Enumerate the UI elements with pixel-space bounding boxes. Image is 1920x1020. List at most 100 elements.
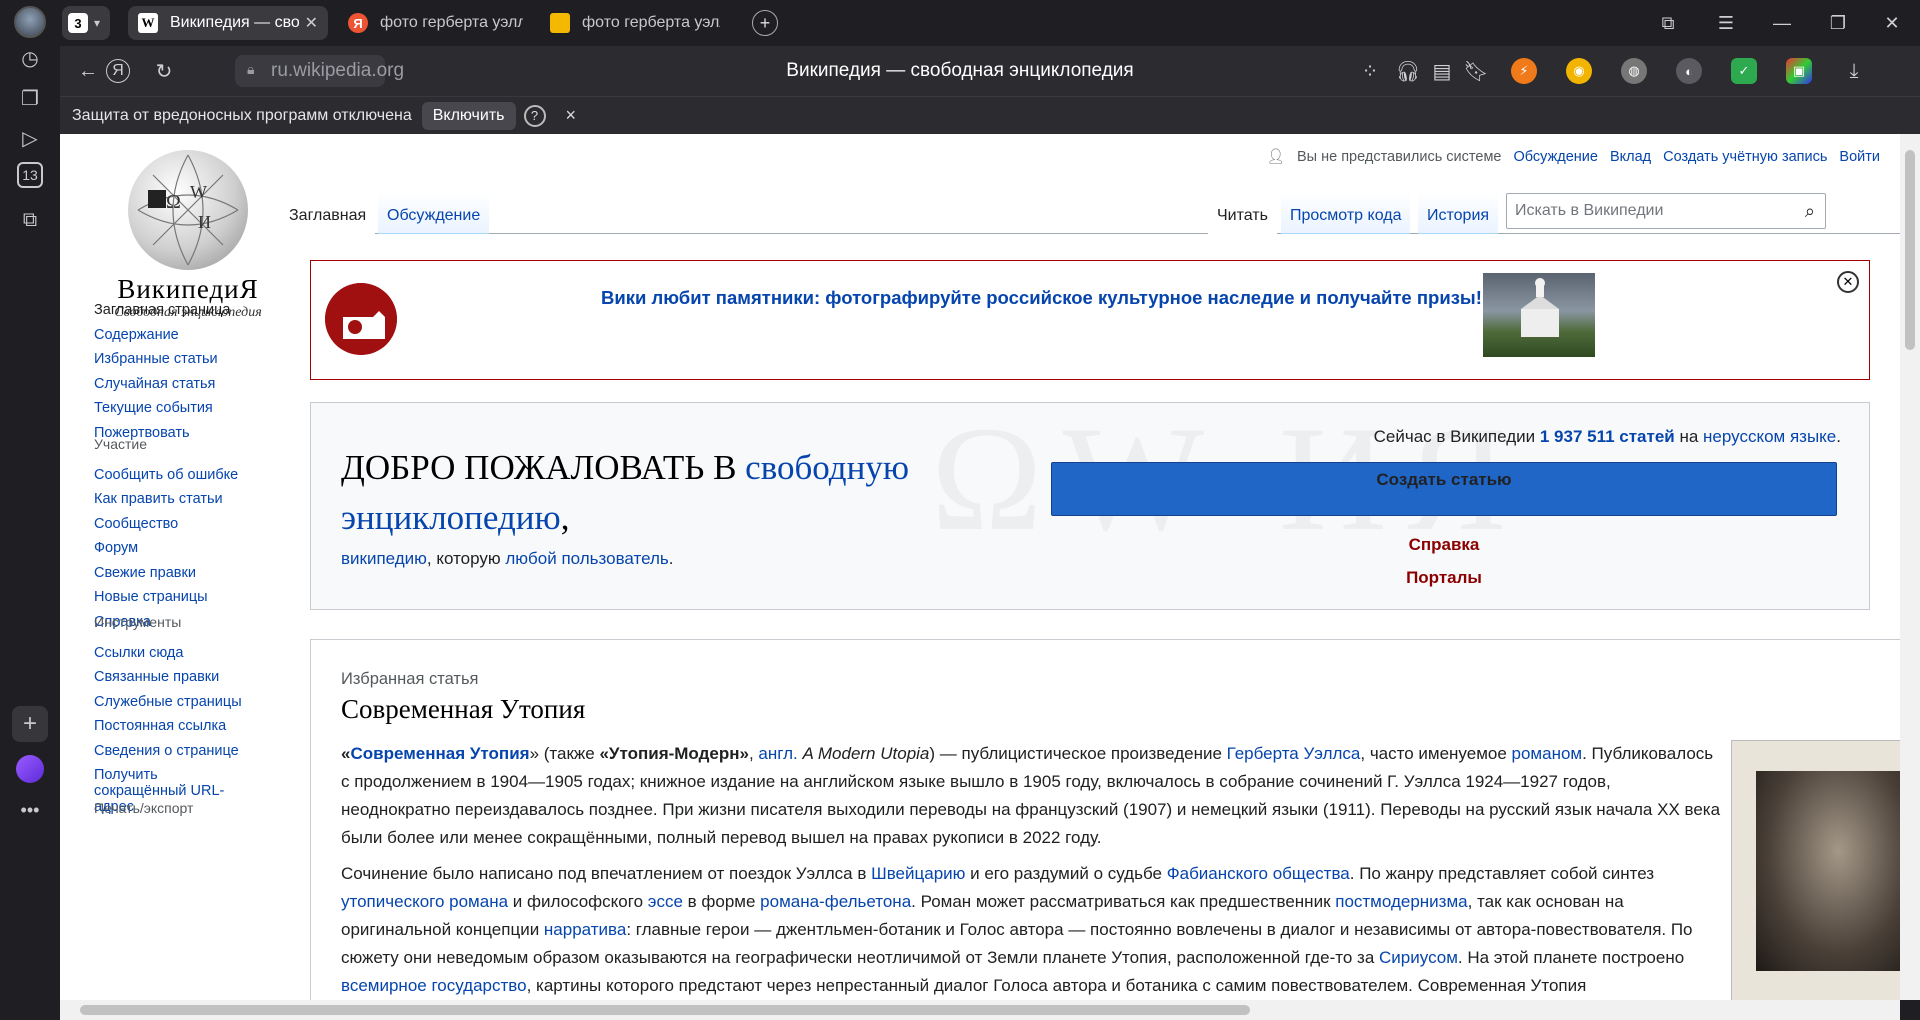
alice-icon[interactable]	[12, 751, 48, 787]
history-icon[interactable]: ◷	[12, 40, 48, 76]
more-icon[interactable]: •••	[12, 792, 48, 828]
wells-portrait-image[interactable]	[1731, 740, 1900, 1000]
maximize-button[interactable]: ❐	[1820, 8, 1856, 38]
vertical-scrollbar-thumb[interactable]	[1905, 150, 1915, 350]
article-link[interactable]: утопического романа	[341, 892, 508, 911]
tab-view-source[interactable]: Просмотр кода	[1281, 192, 1411, 234]
user-link-talk[interactable]: Обсуждение	[1513, 149, 1597, 165]
tab-history[interactable]: История	[1418, 192, 1499, 234]
create-article-button[interactable]: Создать статью	[1051, 462, 1837, 516]
video-icon[interactable]: ▷	[12, 120, 48, 156]
address-bar[interactable]: 🔒︎ ru.wikipedia.org	[235, 55, 404, 87]
close-tab-icon[interactable]: ✕	[305, 13, 318, 33]
extension-multicolor-icon[interactable]: ▣	[1786, 58, 1812, 84]
welcome-link-anyone[interactable]: любой пользователь	[505, 549, 668, 568]
collections-sync-icon[interactable]: ⧉	[1650, 8, 1686, 38]
nav-item[interactable]: Содержание	[94, 323, 230, 348]
nav-item[interactable]: Случайная статья	[94, 372, 230, 397]
welcome-comma: ,	[560, 498, 570, 537]
nav-item[interactable]: Свежие правки	[94, 561, 238, 586]
nav-item[interactable]: Избранные статьи	[94, 347, 230, 372]
minimize-button[interactable]: —	[1764, 8, 1800, 38]
tab-discussion[interactable]: Обсуждение	[378, 192, 490, 234]
help-icon[interactable]: ?	[523, 104, 546, 127]
extension-orange-icon[interactable]: ⚡	[1511, 58, 1537, 84]
article-link[interactable]: всемирное государство	[341, 976, 527, 995]
tab-yandex-images[interactable]: ■ фото герберта уэллса: 2 тыс.	[540, 6, 730, 40]
profile-avatar[interactable]	[14, 6, 46, 38]
close-window-button[interactable]: ✕	[1874, 8, 1910, 38]
nav-item[interactable]: Текущие события	[94, 396, 230, 421]
collections-icon[interactable]: ❐	[12, 80, 48, 116]
article-link[interactable]: нарратива	[544, 920, 626, 939]
horizontal-scrollbar[interactable]	[60, 1000, 1900, 1020]
downloads-icon[interactable]: ⤓	[1838, 55, 1870, 87]
yandex-home-button[interactable]: Я	[102, 55, 134, 87]
article-title-link[interactable]: Современная Утопия	[350, 744, 529, 763]
tab-yandex-search[interactable]: Я фото герберта уэллса — Яндекс	[338, 6, 533, 40]
extensions-icon[interactable]: ⁘	[1354, 55, 1386, 87]
tab-count-button[interactable]: 3 ▾	[62, 6, 110, 40]
user-menu: 👤︎ Вы не представились системе Обсуждени…	[1267, 148, 1880, 166]
article-link[interactable]: Швейцарию	[871, 864, 965, 883]
welcome-link-encyclopedia[interactable]: энциклопедию	[341, 498, 561, 537]
novel-link[interactable]: романом	[1512, 744, 1583, 763]
article-link[interactable]: Фабианского общества	[1167, 864, 1350, 883]
nav-item[interactable]: Сообщество	[94, 512, 238, 537]
nav-item[interactable]: Новые страницы	[94, 585, 238, 610]
welcome-subtitle: википедию, которую любой пользователь.	[341, 549, 674, 569]
help-link[interactable]: Справка	[1051, 535, 1837, 555]
stats-language-link[interactable]: нерусском языке	[1703, 427, 1836, 446]
article-link[interactable]: эссе	[648, 892, 683, 911]
portals-link[interactable]: Порталы	[1051, 568, 1837, 588]
bookmark-icon[interactable]: 🔖︎	[1460, 55, 1492, 87]
article-link[interactable]: Сириусом	[1379, 948, 1458, 967]
reader-mode-icon[interactable]: ▤	[1426, 55, 1458, 87]
globe-icon[interactable]: ◍	[1621, 58, 1647, 84]
tab-main-page[interactable]: Заглавная	[280, 192, 376, 234]
headphones-icon[interactable]: 🎧︎	[1392, 55, 1424, 87]
nav-item[interactable]: Ссылки сюда	[94, 641, 242, 666]
article-link[interactable]: романа-фельетона	[760, 892, 911, 911]
author-link[interactable]: Герберта Уэллса	[1227, 744, 1361, 763]
nav-item[interactable]: Постоянная ссылка	[94, 714, 242, 739]
nav-item[interactable]: Связанные правки	[94, 665, 242, 690]
reload-button[interactable]: ↻	[148, 55, 180, 87]
new-tab-button[interactable]: +	[752, 10, 778, 36]
add-panel-button[interactable]: +	[12, 706, 48, 742]
welcome-link-wikipedia[interactable]: википедию	[341, 549, 427, 568]
welcome-link-free[interactable]: свободную	[745, 448, 909, 487]
nav-item[interactable]: Сообщить об ошибке	[94, 463, 238, 488]
user-link-contrib[interactable]: Вклад	[1610, 149, 1651, 165]
horizontal-scrollbar-thumb[interactable]	[80, 1005, 1250, 1015]
wikipedia-page: Ω W И ВикипедиЯ Свободная энциклопедия З…	[60, 134, 1900, 1000]
nav-item[interactable]: Как править статьи	[94, 487, 238, 512]
user-link-login[interactable]: Войти	[1839, 149, 1880, 165]
menu-icon[interactable]: ☰	[1708, 8, 1744, 38]
extension-gray-icon[interactable]: ◐	[1676, 58, 1702, 84]
nav-item[interactable]: Сведения о странице	[94, 739, 242, 764]
close-infobar-icon[interactable]: ×	[566, 105, 577, 126]
screenshot-icon[interactable]: ⧉	[12, 202, 48, 238]
tab-wikipedia[interactable]: W Википедия — свободная энциклопедия ✕	[128, 6, 328, 40]
nav-item[interactable]: Служебные страницы	[94, 690, 242, 715]
nav-heading: Печать/экспорт	[94, 800, 194, 816]
stats-count-link[interactable]: 1 937 511 статей	[1540, 427, 1675, 446]
calendar-icon[interactable]: 13	[17, 162, 43, 188]
enable-protection-button[interactable]: Включить	[421, 101, 516, 130]
vertical-scrollbar[interactable]	[1900, 134, 1920, 1000]
article-link[interactable]: постмодернизма	[1335, 892, 1467, 911]
user-link-create-account[interactable]: Создать учётную запись	[1663, 149, 1827, 165]
church-photo[interactable]	[1483, 273, 1595, 357]
back-button[interactable]: ←	[72, 55, 104, 87]
tab-read[interactable]: Читать	[1208, 192, 1277, 234]
close-banner-icon[interactable]: ✕	[1837, 271, 1859, 293]
extension-yellow-icon[interactable]: ◉	[1566, 58, 1592, 84]
lang-link[interactable]: англ.	[758, 744, 797, 763]
nav-item[interactable]: Заглавная страница	[94, 298, 230, 323]
nav-item[interactable]: Форум	[94, 536, 238, 561]
search-input[interactable]: Искать в Википедии ⌕	[1506, 193, 1826, 229]
shield-icon[interactable]: ✓	[1731, 58, 1757, 84]
banner-text[interactable]: Вики любит памятники: фотографируйте рос…	[601, 287, 1482, 309]
search-icon[interactable]: ⌕	[1805, 201, 1815, 222]
